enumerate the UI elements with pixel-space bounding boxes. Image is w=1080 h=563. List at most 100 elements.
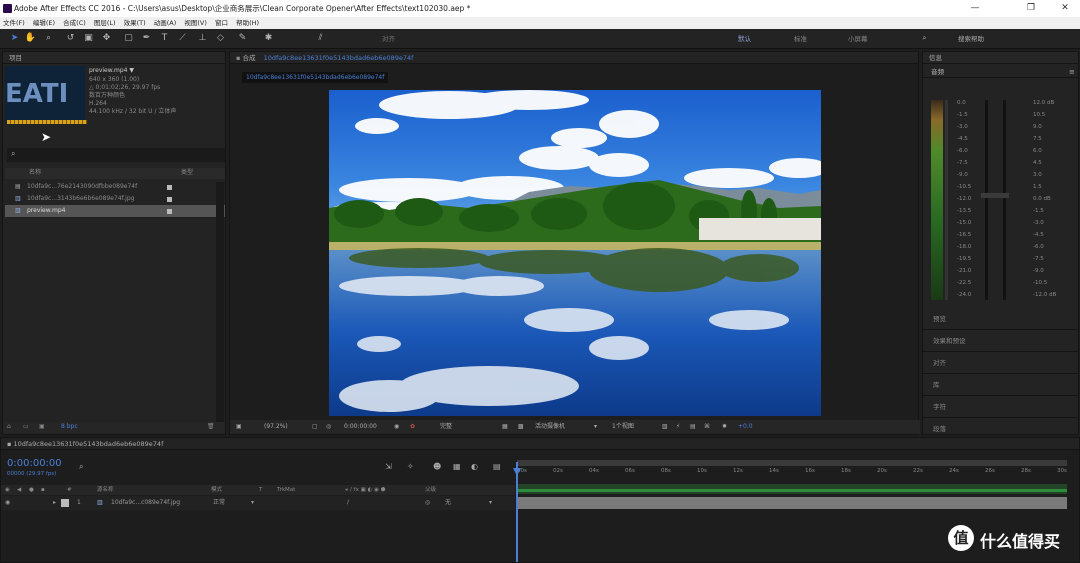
lock-icon[interactable]: ▪ [41,485,45,495]
selection-tool-icon[interactable]: ➤ [8,32,21,45]
layer-mode-select[interactable]: 正常 [213,496,225,510]
align-label[interactable]: 对齐 [382,33,395,45]
table-row[interactable]: ◉ ▸ 1 ▥ 10dfa9c...c089e74f.jpg 正常 ▾ ∕ ◎ … [1,496,515,510]
column-name[interactable]: 名称 [29,168,41,178]
magnification-icon[interactable]: ▣ [236,420,242,434]
hide-shy-layers-icon[interactable]: ☻ [433,462,441,471]
eraser-tool-icon[interactable]: ◇ [214,32,227,45]
rotate-tool-icon[interactable]: ↺ [64,32,77,45]
time-ruler[interactable]: 00s 02s 04s 06s 08s 10s 12s 14s 16s 18s 20s 22s 24s 2… [517,468,1067,478]
hand-tool-icon[interactable]: ✋ [24,32,37,45]
roto-tool-icon[interactable]: ✎ [236,32,249,45]
level-slider-track-left[interactable] [985,100,988,300]
layer-name[interactable]: 10dfa9c...c089e74f.jpg [111,496,180,510]
playhead[interactable] [516,462,518,562]
level-slider-handle[interactable] [981,193,1009,198]
panel-menu-icon[interactable]: ≡ [1069,68,1075,76]
views-select[interactable]: 1个视图 [612,420,634,434]
camera-snapshot-icon[interactable]: ◉ [394,420,399,434]
comp-mini-flowchart-icon[interactable]: ⇲ [385,462,392,471]
column-t[interactable]: T [259,485,262,495]
quality-switch-icon[interactable]: ∕ [347,496,349,510]
menu-view[interactable]: 视图(V) [184,19,207,27]
column-type[interactable]: 类型 [181,168,193,178]
column-mode[interactable]: 模式 [211,485,222,495]
resolution-select[interactable]: 完整 [440,420,452,434]
list-item[interactable]: ▥ 10dfa9c...3143b6e6b6e089e74f.jpg [5,193,225,205]
panel-align[interactable]: 对齐 [923,352,1078,374]
audio-tab[interactable]: 音频 [923,66,1078,78]
level-slider-track-right[interactable] [1003,100,1006,300]
menu-composition[interactable]: 合成(C) [63,19,86,27]
draft-3d-icon[interactable]: ✧ [407,462,414,471]
layer-label-swatch[interactable] [61,499,69,507]
menu-effect[interactable]: 效果(T) [124,19,146,27]
eye-icon[interactable]: ◉ [5,496,10,510]
work-area-bar[interactable] [517,460,1067,466]
list-item[interactable]: ▤ 10dfa9c...76e2143090dfbbe089e74f [5,181,225,193]
panel-libraries[interactable]: 库 [923,374,1078,396]
panel-effects-presets[interactable]: 效果和预设 [923,330,1078,352]
timeline-timecode[interactable]: 0:00:00:00 [7,458,62,469]
menu-animation[interactable]: 动画(A) [154,19,177,27]
column-number[interactable]: # [67,485,72,495]
search-icon[interactable]: ⌕ [79,462,83,472]
label-color-swatch[interactable] [167,209,172,214]
project-search-field[interactable]: ⌕ [7,148,225,162]
label-color-swatch[interactable] [167,197,172,202]
exposure-value[interactable]: +0.0 [738,420,753,434]
graph-editor-icon[interactable]: ▤ [493,462,501,471]
timeline-tab[interactable]: ▪ 10dfa9c8ee13631f0e5143bdad6eb6e089e74f [1,438,1079,450]
menu-file[interactable]: 文件(F) [3,19,25,27]
pan-behind-tool-icon[interactable]: ✥ [100,32,113,45]
pick-whip-icon[interactable]: ◎ [425,496,430,510]
zoom-level[interactable]: (97.2%) [264,420,288,434]
comp-subtab[interactable]: 10dfa9c8ee13631f0e5143bdad6eb6e089e74f [242,72,389,83]
layer-duration-bar[interactable] [517,497,1067,509]
search-help-field[interactable]: 搜索帮助 [958,33,984,45]
column-trkmat[interactable]: TrkMat [277,485,295,495]
pen-tool-icon[interactable]: ✒ [140,32,153,45]
transparency-grid-icon[interactable]: ▩ [518,420,524,434]
file-name[interactable]: preview.mp4 ▼ [89,66,176,76]
region-of-interest-icon[interactable]: ▦ [502,420,508,434]
workspace-default[interactable]: 默认 [738,33,751,45]
workspace-standard[interactable]: 标准 [794,33,807,45]
menu-layer[interactable]: 图层(L) [94,19,116,27]
brush-tool-icon[interactable]: ⟋ [176,32,189,45]
search-icon[interactable]: ⌕ [918,32,931,45]
align-icon[interactable]: ⫽ [314,32,327,45]
snapshot-icon[interactable]: ◎ [326,420,331,434]
panel-character[interactable]: 字符 [923,396,1078,418]
mask-tool-icon[interactable]: ▢ [122,32,135,45]
maximize-button[interactable]: ❐ [1016,0,1046,17]
composition-tab[interactable]: ▪ 合成 10dfa9c8ee13631f0e5143bdad6eb6e089e… [230,52,918,64]
safe-zones-icon[interactable]: ▢ [312,420,318,434]
column-source-name[interactable]: 源名称 [97,485,114,495]
new-comp-icon[interactable]: ▣ [39,422,45,432]
project-tab[interactable]: 项目 [3,52,225,64]
zoom-tool-icon[interactable]: ⌕ [42,32,55,45]
label-color-swatch[interactable] [167,185,172,190]
flowchart-icon[interactable]: ⌘ [704,420,710,434]
solo-icon[interactable]: ● [29,485,34,495]
menu-help[interactable]: 帮助(H) [236,19,259,27]
panel-preview[interactable]: 预览 [923,308,1078,330]
current-time[interactable]: 0:00:00:00 [344,420,377,434]
menu-window[interactable]: 窗口 [215,19,228,27]
layer-parent-select[interactable]: 无 [445,496,451,510]
timeline-icon[interactable]: ▤ [690,420,696,434]
fast-preview-icon[interactable]: ⚡ [676,420,680,434]
camera-view-select[interactable]: 活动摄像机 [535,420,565,434]
workspace-small[interactable]: 小屏幕 [848,33,868,45]
close-button[interactable]: ✕ [1050,0,1080,17]
switches-icon[interactable]: ⚹ ∕ fx ▣ ◐ ◉ ⬢ [345,485,385,495]
bit-depth-button[interactable]: 8 bpc [61,422,78,432]
menu-edit[interactable]: 编辑(E) [33,19,55,27]
frame-blending-icon[interactable]: ▦ [453,462,461,471]
visibility-icon[interactable]: ◉ [5,485,10,495]
audio-icon[interactable]: ◀ [17,485,21,495]
pixel-aspect-icon[interactable]: ▧ [662,420,668,434]
interpret-footage-icon[interactable]: ⌂ [7,422,11,432]
expand-layer-icon[interactable]: ▸ [53,496,56,510]
